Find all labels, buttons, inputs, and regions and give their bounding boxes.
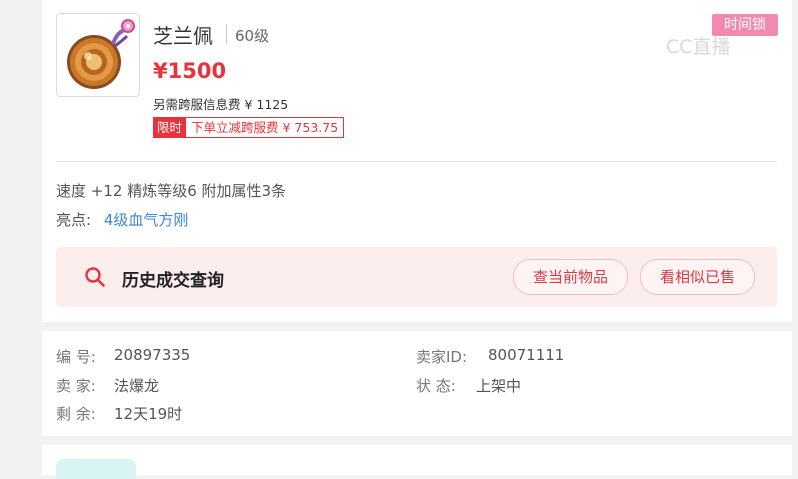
highlight-row: 亮点: 4级血气方刚 xyxy=(56,209,188,230)
section-divider xyxy=(56,161,777,162)
item-name: 芝兰佩 xyxy=(153,24,213,48)
highlight-label: 亮点: xyxy=(56,211,92,229)
highlight-link[interactable]: 4级血气方刚 xyxy=(104,211,189,229)
listing-id-label: 编 号: xyxy=(56,348,96,366)
seller-name[interactable]: 法爆龙 xyxy=(114,375,159,396)
promo-banner: 限时 下单立减跨服费 ¥ 753.75 xyxy=(153,117,345,138)
listing-id-value: 20897335 xyxy=(114,346,191,364)
history-query-panel: 历史成交查询 查当前物品 看相似已售 xyxy=(56,247,777,307)
check-current-item-button[interactable]: 查当前物品 xyxy=(513,259,628,295)
status-label: 状 态: xyxy=(416,377,456,395)
item-attributes: 速度 +12 精炼等级6 附加属性3条 xyxy=(56,182,287,200)
seller-id-label: 卖家ID: xyxy=(416,348,468,366)
promo-text: 下单立减跨服费 ¥ 753.75 xyxy=(186,117,345,138)
seller-label: 卖 家: xyxy=(56,377,96,395)
next-item-card[interactable] xyxy=(42,445,792,479)
seller-id-value: 80071111 xyxy=(488,346,565,364)
item-thumbnail[interactable] xyxy=(56,13,140,97)
remaining-time-label: 剩 余: xyxy=(56,405,96,423)
view-similar-sold-button[interactable]: 看相似已售 xyxy=(640,259,755,295)
item-card[interactable]: 芝兰佩 60级 ¥1500 另需跨服信息费 ¥ 1125 限时 下单立减跨服费 … xyxy=(42,0,792,322)
history-query-title: 历史成交查询 xyxy=(122,271,224,291)
title-divider xyxy=(226,24,227,44)
listing-info-card: 编 号: 20897335 卖家ID: 80071111 卖 家: 法爆龙 状 … xyxy=(42,331,792,436)
jade-pendant-icon xyxy=(67,19,135,89)
search-icon xyxy=(85,267,105,287)
extra-fee-text: 另需跨服信息费 ¥ 1125 xyxy=(153,97,289,112)
remaining-time-value: 12天19时 xyxy=(114,405,183,423)
watermark-text: CC直播 xyxy=(666,36,731,58)
status-value: 上架中 xyxy=(476,377,522,395)
promo-tag: 限时 xyxy=(153,117,187,138)
next-item-thumbnail[interactable] xyxy=(56,459,136,479)
item-price: ¥1500 xyxy=(153,59,227,83)
item-level: 60级 xyxy=(235,27,270,45)
